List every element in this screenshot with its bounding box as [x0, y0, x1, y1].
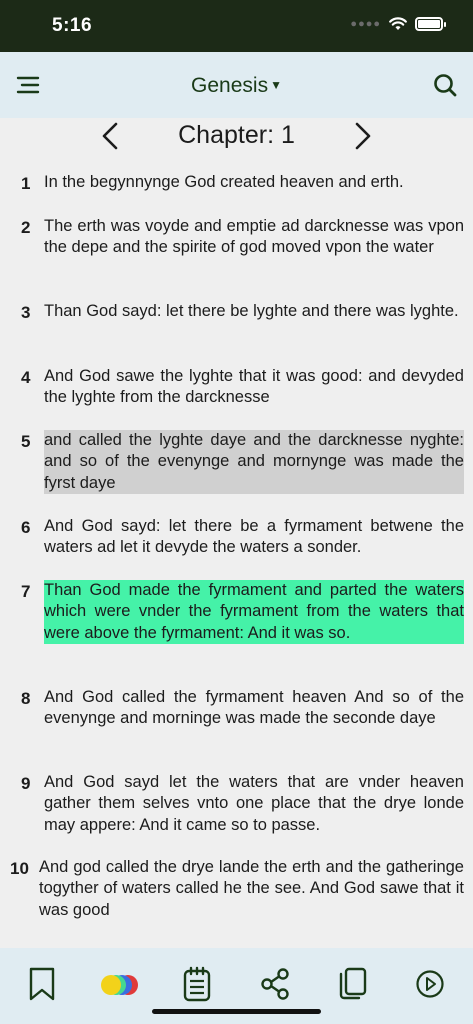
- dropdown-caret-icon: ▼: [270, 78, 282, 92]
- status-icons: ●●●●: [350, 17, 446, 31]
- chapter-label: Chapter: 1: [178, 121, 295, 149]
- book-selector[interactable]: Genesis ▼: [0, 74, 473, 98]
- status-time: 5:16: [52, 15, 93, 36]
- search-icon[interactable]: [433, 73, 457, 97]
- verse-number: 4: [21, 368, 31, 387]
- verse-number: 8: [21, 689, 31, 708]
- verse-text: And God sayd let the waters that are vnd…: [44, 773, 464, 834]
- book-title: Genesis: [191, 74, 269, 97]
- verse-text: And God called the fyrmament heaven And …: [44, 688, 464, 728]
- verse-number: 1: [21, 174, 31, 193]
- verse-text: And God sayd: let there be a fyrmament b…: [44, 517, 464, 557]
- verse-text: And God sawe the lyghte that it was good…: [44, 367, 464, 407]
- verse-number: 6: [21, 518, 31, 537]
- verse-number: 7: [21, 582, 31, 601]
- verse-text: The erth was voyde and emptie ad darckne…: [44, 217, 464, 257]
- verse-number: 10: [10, 859, 29, 878]
- bookmark-icon[interactable]: [26, 966, 58, 1002]
- verse-number: 5: [21, 432, 31, 451]
- color-palette-icon[interactable]: [98, 966, 142, 1002]
- verse-text-highlighted: Than God made the fyrmament and parted t…: [44, 580, 464, 644]
- play-icon[interactable]: [414, 966, 446, 1002]
- battery-icon: [415, 17, 446, 31]
- verse-text: In the begynnynge God created heaven and…: [44, 173, 404, 191]
- verse-number: 3: [21, 303, 31, 322]
- signal-icon: ●●●●: [350, 18, 381, 30]
- notes-icon[interactable]: [181, 966, 213, 1002]
- verse-number: 9: [21, 774, 31, 793]
- copy-icon[interactable]: [337, 966, 369, 1002]
- verse-text: And god called the drye lande the erth a…: [39, 858, 464, 919]
- next-chapter-icon[interactable]: [353, 121, 373, 151]
- status-bar: 5:16 ●●●●: [0, 0, 473, 52]
- top-bar: Genesis ▼: [0, 52, 473, 118]
- verse-text: Than God sayd: let there be lyghte and t…: [44, 302, 459, 320]
- chapter-navigation: Chapter: 1: [0, 118, 473, 154]
- verse-text-highlighted: and called the lyghte daye and the darck…: [44, 430, 464, 494]
- home-indicator[interactable]: [152, 1009, 321, 1014]
- verse-number: 2: [21, 218, 31, 237]
- wifi-icon: [389, 17, 407, 30]
- share-icon[interactable]: [259, 966, 291, 1002]
